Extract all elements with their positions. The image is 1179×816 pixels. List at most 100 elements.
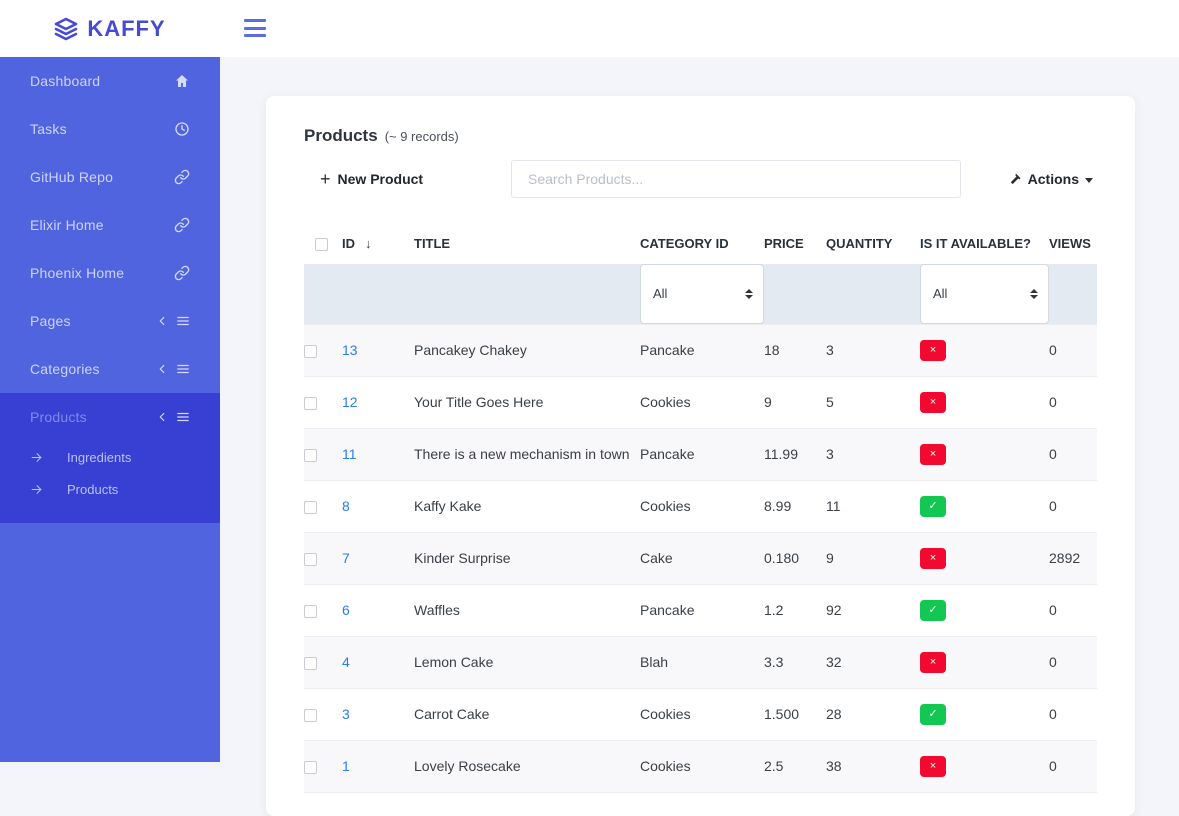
table-row: 12 Your Title Goes Here Cookies 9 5 × 0 — [304, 376, 1097, 428]
actions-dropdown-button[interactable]: Actions — [1008, 171, 1097, 187]
products-table: ID↓ TITLE CATEGORY ID PRICE QUANTITY IS … — [304, 222, 1097, 793]
arrow-right-icon — [30, 483, 43, 496]
column-header-views: VIEWS — [1049, 222, 1097, 264]
toolbar: + New Product Actions — [304, 160, 1097, 198]
actions-label: Actions — [1028, 171, 1079, 187]
row-price: 9 — [764, 376, 826, 428]
sidebar-item-categories[interactable]: Categories — [0, 345, 220, 393]
kaffy-logo[interactable]: KAFFY — [0, 0, 220, 57]
column-header-available: IS IT AVAILABLE? — [920, 222, 1049, 264]
row-id-link[interactable]: 11 — [342, 446, 357, 462]
sidebar-item-pages[interactable]: Pages — [0, 297, 220, 345]
chevron-left-icon — [155, 314, 169, 328]
row-quantity: 3 — [826, 428, 920, 480]
row-views: 0 — [1049, 480, 1097, 532]
table-row: 1 Lovely Rosecake Cookies 2.5 38 × 0 — [304, 740, 1097, 792]
sidebar-item-label: Categories — [30, 361, 100, 377]
caret-down-icon — [1085, 178, 1093, 183]
row-checkbox[interactable] — [304, 553, 317, 566]
row-checkbox[interactable] — [304, 501, 317, 514]
row-title: Waffles — [414, 584, 640, 636]
row-category: Blah — [640, 636, 764, 688]
table-row: 7 Kinder Surprise Cake 0.180 9 × 2892 — [304, 532, 1097, 584]
row-id-link[interactable]: 4 — [342, 654, 350, 670]
row-price: 0.180 — [764, 532, 826, 584]
sidebar-item-tasks[interactable]: Tasks — [0, 105, 220, 153]
row-price: 2.5 — [764, 740, 826, 792]
row-checkbox[interactable] — [304, 345, 317, 358]
main-content: Products (~ 9 records) + New Product Act… — [220, 57, 1179, 762]
table-row: 6 Waffles Pancake 1.2 92 ✓ 0 — [304, 584, 1097, 636]
row-id-link[interactable]: 13 — [342, 342, 358, 358]
table-row: 11 There is a new mechanism in town Panc… — [304, 428, 1097, 480]
row-title: Your Title Goes Here — [414, 376, 640, 428]
row-quantity: 11 — [826, 480, 920, 532]
row-id-link[interactable]: 6 — [342, 602, 350, 618]
chevron-left-icon — [155, 410, 169, 424]
sidebar-item-products[interactable]: Products — [0, 393, 220, 441]
row-category: Pancake — [640, 324, 764, 376]
home-icon — [174, 73, 190, 89]
sidebar-item-label: GitHub Repo — [30, 169, 113, 185]
table-body: 13 Pancakey Chakey Pancake 18 3 × 0 12 Y… — [304, 324, 1097, 792]
row-quantity: 5 — [826, 376, 920, 428]
row-checkbox[interactable] — [304, 605, 317, 618]
row-views: 0 — [1049, 324, 1097, 376]
category-filter-select[interactable]: All — [640, 264, 764, 324]
sidebar-item-label: Pages — [30, 313, 71, 329]
row-checkbox[interactable] — [304, 657, 317, 670]
row-id-link[interactable]: 8 — [342, 498, 350, 514]
column-header-category: CATEGORY ID — [640, 222, 764, 264]
sidebar-item-phoenix-home[interactable]: Phoenix Home — [0, 249, 220, 297]
availability-badge: × — [920, 444, 946, 465]
row-id-link[interactable]: 1 — [342, 758, 350, 774]
list-icon — [176, 410, 190, 424]
link-icon — [174, 217, 190, 233]
availability-badge: × — [920, 756, 946, 777]
row-checkbox[interactable] — [304, 761, 317, 774]
sidebar-subitem-label: Products — [67, 482, 118, 497]
new-product-button[interactable]: + New Product — [304, 170, 511, 188]
table-row: 3 Carrot Cake Cookies 1.500 28 ✓ 0 — [304, 688, 1097, 740]
sidebar: Dashboard Tasks GitHub Repo Elixir Home … — [0, 57, 220, 762]
availability-badge: ✓ — [920, 496, 946, 517]
column-header-price: PRICE — [764, 222, 826, 264]
sidebar-toggle-icon[interactable] — [244, 19, 266, 37]
sidebar-item-github-repo[interactable]: GitHub Repo — [0, 153, 220, 201]
search-input[interactable] — [511, 160, 961, 198]
sidebar-subitem-products[interactable]: Products — [0, 473, 220, 505]
availability-badge: × — [920, 392, 946, 413]
row-category: Cake — [640, 532, 764, 584]
select-all-checkbox[interactable] — [315, 238, 328, 251]
sidebar-item-label: Products — [30, 409, 87, 425]
row-id-link[interactable]: 12 — [342, 394, 358, 410]
sidebar-item-elixir-home[interactable]: Elixir Home — [0, 201, 220, 249]
availability-badge: × — [920, 340, 946, 361]
column-header-label: ID — [342, 236, 355, 251]
column-header-id[interactable]: ID↓ — [342, 222, 414, 264]
table-row: 13 Pancakey Chakey Pancake 18 3 × 0 — [304, 324, 1097, 376]
row-id-link[interactable]: 7 — [342, 550, 350, 566]
layers-icon — [54, 17, 78, 41]
table-header-row: ID↓ TITLE CATEGORY ID PRICE QUANTITY IS … — [304, 222, 1097, 264]
availability-filter-select[interactable]: All — [920, 264, 1049, 324]
row-checkbox[interactable] — [304, 397, 317, 410]
row-quantity: 92 — [826, 584, 920, 636]
row-id-link[interactable]: 3 — [342, 706, 350, 722]
row-quantity: 9 — [826, 532, 920, 584]
row-price: 1.2 — [764, 584, 826, 636]
row-price: 8.99 — [764, 480, 826, 532]
row-title: Carrot Cake — [414, 688, 640, 740]
row-checkbox[interactable] — [304, 709, 317, 722]
row-category: Pancake — [640, 428, 764, 480]
row-category: Pancake — [640, 584, 764, 636]
table-row: 8 Kaffy Kake Cookies 8.99 11 ✓ 0 — [304, 480, 1097, 532]
row-category: Cookies — [640, 688, 764, 740]
arrow-right-icon — [30, 451, 43, 464]
sidebar-item-dashboard[interactable]: Dashboard — [0, 57, 220, 105]
row-checkbox[interactable] — [304, 449, 317, 462]
sidebar-subitem-ingredients[interactable]: Ingredients — [0, 441, 220, 473]
row-price: 11.99 — [764, 428, 826, 480]
row-views: 0 — [1049, 584, 1097, 636]
sidebar-item-label: Dashboard — [30, 73, 100, 89]
